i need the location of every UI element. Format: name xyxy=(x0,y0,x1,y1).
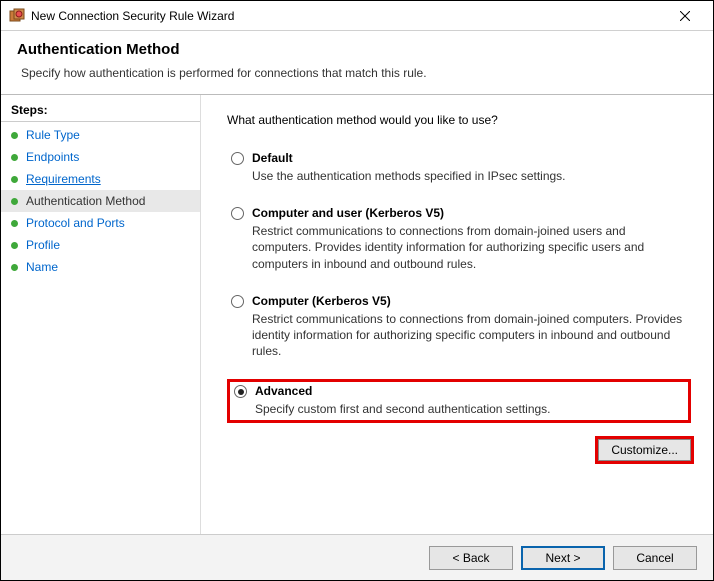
step-label: Protocol and Ports xyxy=(26,216,125,230)
cancel-button[interactable]: Cancel xyxy=(613,546,697,570)
next-button[interactable]: Next > xyxy=(521,546,605,570)
radio-advanced[interactable] xyxy=(234,385,247,398)
step-label: Authentication Method xyxy=(26,194,145,208)
step-profile[interactable]: Profile xyxy=(1,234,200,256)
customize-row: Customize... xyxy=(227,439,691,461)
option-desc: Specify custom first and second authenti… xyxy=(255,401,684,417)
auth-options: Default Use the authentication methods s… xyxy=(227,149,691,441)
step-protocol-and-ports[interactable]: Protocol and Ports xyxy=(1,212,200,234)
bullet-icon xyxy=(11,198,18,205)
bullet-icon xyxy=(11,242,18,249)
close-icon xyxy=(680,11,690,21)
option-title: Advanced xyxy=(255,384,684,398)
bullet-icon xyxy=(11,264,18,271)
option-content: Default Use the authentication methods s… xyxy=(252,151,687,184)
bullet-icon xyxy=(11,176,18,183)
step-rule-type[interactable]: Rule Type xyxy=(1,124,200,146)
steps-sidebar: Steps: Rule Type Endpoints Requirements … xyxy=(1,95,201,534)
option-computer[interactable]: Computer (Kerberos V5) Restrict communic… xyxy=(227,292,691,362)
radio-computer[interactable] xyxy=(231,295,244,308)
wizard-footer: < Back Next > Cancel xyxy=(1,534,713,580)
step-label: Name xyxy=(26,260,58,274)
option-advanced[interactable]: Advanced Specify custom first and second… xyxy=(227,379,691,422)
titlebar: New Connection Security Rule Wizard xyxy=(1,1,713,31)
back-button[interactable]: < Back xyxy=(429,546,513,570)
bullet-icon xyxy=(11,220,18,227)
close-button[interactable] xyxy=(665,2,705,30)
step-authentication-method[interactable]: Authentication Method xyxy=(1,190,200,212)
steps-heading: Steps: xyxy=(1,101,200,122)
step-label: Rule Type xyxy=(26,128,80,142)
auth-question: What authentication method would you lik… xyxy=(227,113,691,127)
step-label: Requirements xyxy=(26,172,101,186)
page-description: Specify how authentication is performed … xyxy=(21,66,697,80)
step-name[interactable]: Name xyxy=(1,256,200,278)
option-desc: Use the authentication methods specified… xyxy=(252,168,687,184)
page-title: Authentication Method xyxy=(17,41,697,58)
bullet-icon xyxy=(11,132,18,139)
option-content: Computer and user (Kerberos V5) Restrict… xyxy=(252,206,687,272)
option-computer-and-user[interactable]: Computer and user (Kerberos V5) Restrict… xyxy=(227,204,691,274)
step-requirements[interactable]: Requirements xyxy=(1,168,200,190)
window-title: New Connection Security Rule Wizard xyxy=(31,9,665,23)
wizard-main: What authentication method would you lik… xyxy=(201,95,713,534)
option-desc: Restrict communications to connections f… xyxy=(252,223,687,272)
option-content: Advanced Specify custom first and second… xyxy=(255,384,684,417)
step-endpoints[interactable]: Endpoints xyxy=(1,146,200,168)
step-label: Endpoints xyxy=(26,150,79,164)
wizard-body: Steps: Rule Type Endpoints Requirements … xyxy=(1,94,713,534)
option-desc: Restrict communications to connections f… xyxy=(252,311,687,360)
option-default[interactable]: Default Use the authentication methods s… xyxy=(227,149,691,186)
option-title: Computer (Kerberos V5) xyxy=(252,294,687,308)
radio-computer-and-user[interactable] xyxy=(231,207,244,220)
step-label: Profile xyxy=(26,238,60,252)
wizard-header: Authentication Method Specify how authen… xyxy=(1,31,713,94)
option-title: Computer and user (Kerberos V5) xyxy=(252,206,687,220)
option-title: Default xyxy=(252,151,687,165)
radio-default[interactable] xyxy=(231,152,244,165)
customize-button[interactable]: Customize... xyxy=(598,439,691,461)
bullet-icon xyxy=(11,154,18,161)
option-content: Computer (Kerberos V5) Restrict communic… xyxy=(252,294,687,360)
app-icon xyxy=(9,8,25,24)
